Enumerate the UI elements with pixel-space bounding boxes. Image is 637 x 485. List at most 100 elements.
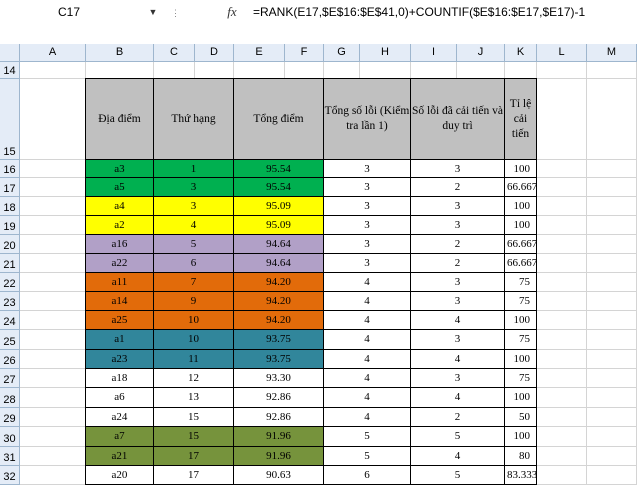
grid-cell[interactable]	[587, 160, 637, 178]
location-cell[interactable]: a24	[86, 408, 154, 427]
score-cell[interactable]: 94.20	[234, 273, 324, 292]
errors-cell[interactable]: 4	[324, 311, 411, 330]
grid-cell[interactable]	[195, 62, 234, 79]
improved-cell[interactable]: 5	[411, 466, 505, 485]
improved-cell[interactable]: 3	[411, 160, 505, 178]
improved-cell[interactable]: 2	[411, 254, 505, 273]
rate-cell[interactable]: 100	[505, 197, 537, 216]
errors-cell[interactable]: 4	[324, 408, 411, 427]
grid-cell[interactable]	[20, 79, 86, 160]
column-header[interactable]: I	[411, 44, 457, 62]
errors-cell[interactable]: 4	[324, 330, 411, 350]
grid-cell[interactable]	[20, 369, 86, 388]
column-header[interactable]: A	[20, 44, 86, 62]
score-cell[interactable]: 94.64	[234, 235, 324, 254]
grid-cell[interactable]	[587, 254, 637, 273]
improved-cell[interactable]: 3	[411, 216, 505, 235]
grid-cell[interactable]	[20, 408, 86, 427]
grid-cell[interactable]	[537, 273, 587, 292]
score-cell[interactable]: 93.75	[234, 330, 324, 350]
improved-cell[interactable]: 2	[411, 178, 505, 197]
score-cell[interactable]: 94.20	[234, 311, 324, 330]
rate-cell[interactable]: 100	[505, 160, 537, 178]
score-cell[interactable]: 91.96	[234, 447, 324, 466]
location-cell[interactable]: a11	[86, 273, 154, 292]
score-cell[interactable]: 92.86	[234, 388, 324, 408]
grid-cell[interactable]	[20, 427, 86, 447]
rank-cell[interactable]: 12	[154, 369, 234, 388]
rate-cell[interactable]: 75	[505, 273, 537, 292]
errors-cell[interactable]: 3	[324, 254, 411, 273]
header-score[interactable]: Tổng điểm	[234, 79, 324, 160]
rank-cell[interactable]: 4	[154, 216, 234, 235]
row-header[interactable]: 23	[0, 292, 20, 311]
rank-cell[interactable]: 10	[154, 311, 234, 330]
grid-cell[interactable]	[154, 62, 195, 79]
grid-cell[interactable]	[20, 311, 86, 330]
select-all-button[interactable]	[0, 44, 20, 62]
location-cell[interactable]: a16	[86, 235, 154, 254]
rate-cell[interactable]: 66.667	[505, 235, 537, 254]
grid-cell[interactable]	[537, 292, 587, 311]
grid-cell[interactable]	[537, 311, 587, 330]
location-cell[interactable]: a22	[86, 254, 154, 273]
column-header[interactable]: F	[285, 44, 324, 62]
errors-cell[interactable]: 6	[324, 466, 411, 485]
score-cell[interactable]: 90.63	[234, 466, 324, 485]
grid-cell[interactable]	[537, 388, 587, 408]
grid-cell[interactable]	[20, 447, 86, 466]
grid-cell[interactable]	[587, 330, 637, 350]
errors-cell[interactable]: 3	[324, 197, 411, 216]
improved-cell[interactable]: 2	[411, 235, 505, 254]
grid-cell[interactable]	[20, 235, 86, 254]
grid-cell[interactable]	[587, 466, 637, 485]
rate-cell[interactable]: 66.667	[505, 178, 537, 197]
grid-cell[interactable]	[537, 369, 587, 388]
header-location[interactable]: Địa điểm	[86, 79, 154, 160]
name-box[interactable]: C17	[0, 2, 142, 22]
improved-cell[interactable]: 3	[411, 292, 505, 311]
score-cell[interactable]: 95.54	[234, 160, 324, 178]
rank-cell[interactable]: 3	[154, 197, 234, 216]
rate-cell[interactable]: 50	[505, 408, 537, 427]
errors-cell[interactable]: 4	[324, 350, 411, 369]
grid-cell[interactable]	[20, 388, 86, 408]
improved-cell[interactable]: 4	[411, 388, 505, 408]
location-cell[interactable]: a5	[86, 178, 154, 197]
row-header[interactable]: 30	[0, 427, 20, 447]
location-cell[interactable]: a1	[86, 330, 154, 350]
grid-cell[interactable]	[537, 62, 587, 79]
row-header[interactable]: 20	[0, 235, 20, 254]
rate-cell[interactable]: 75	[505, 330, 537, 350]
grid-cell[interactable]	[537, 254, 587, 273]
location-cell[interactable]: a14	[86, 292, 154, 311]
row-header[interactable]: 18	[0, 197, 20, 216]
row-header[interactable]: 16	[0, 160, 20, 178]
row-header[interactable]: 26	[0, 350, 20, 369]
rank-cell[interactable]: 11	[154, 350, 234, 369]
grid-cell[interactable]	[587, 447, 637, 466]
location-cell[interactable]: a25	[86, 311, 154, 330]
row-header[interactable]: 29	[0, 408, 20, 427]
grid-cell[interactable]	[537, 447, 587, 466]
row-header[interactable]: 17	[0, 178, 20, 197]
errors-cell[interactable]: 3	[324, 216, 411, 235]
row-header[interactable]: 32	[0, 466, 20, 485]
improved-cell[interactable]: 5	[411, 427, 505, 447]
grid-cell[interactable]	[587, 388, 637, 408]
grid-cell[interactable]	[20, 273, 86, 292]
location-cell[interactable]: a20	[86, 466, 154, 485]
grid-cell[interactable]	[360, 62, 411, 79]
improved-cell[interactable]: 4	[411, 311, 505, 330]
grid-cell[interactable]	[537, 427, 587, 447]
location-cell[interactable]: a4	[86, 197, 154, 216]
grid-cell[interactable]	[587, 350, 637, 369]
grid-cell[interactable]	[285, 62, 324, 79]
grid-cell[interactable]	[20, 216, 86, 235]
errors-cell[interactable]: 4	[324, 273, 411, 292]
grid-cell[interactable]	[537, 160, 587, 178]
score-cell[interactable]: 95.54	[234, 178, 324, 197]
rate-cell[interactable]: 100	[505, 350, 537, 369]
location-cell[interactable]: a7	[86, 427, 154, 447]
score-cell[interactable]: 95.09	[234, 197, 324, 216]
